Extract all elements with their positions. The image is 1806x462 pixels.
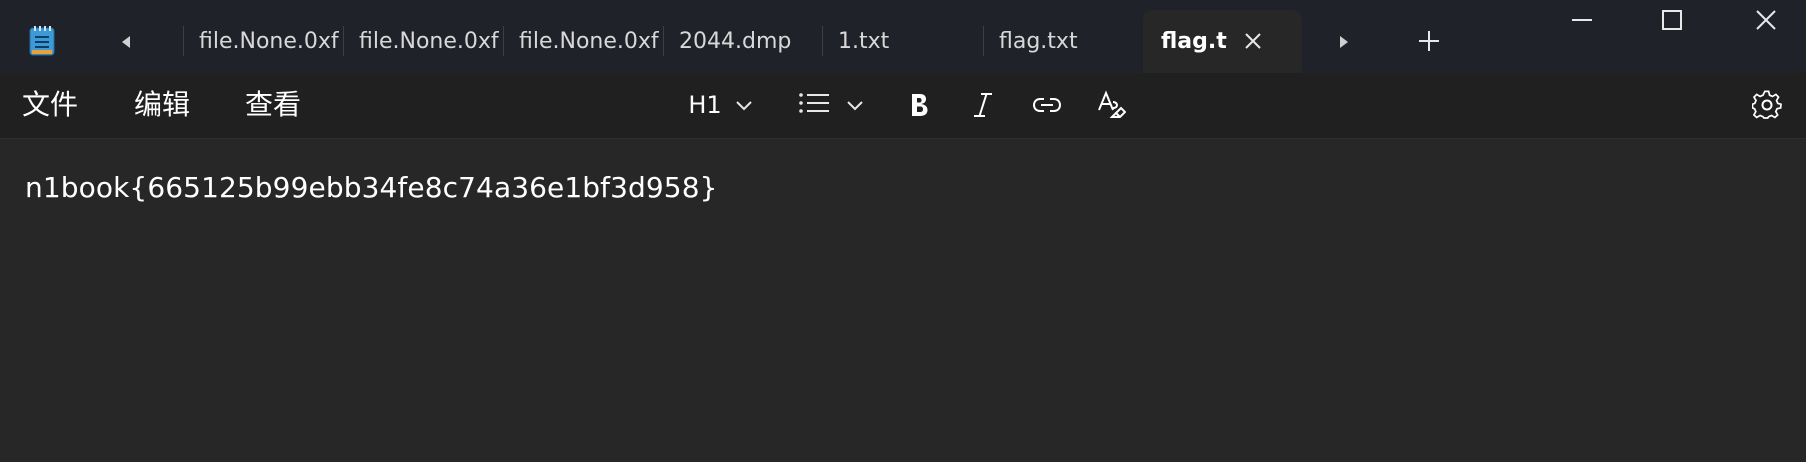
tab-label: file.None.0xf (519, 29, 659, 54)
tab-1-txt[interactable]: 1.txt (822, 10, 982, 73)
menu-edit[interactable]: 编辑 (134, 87, 190, 123)
tab-label: file.None.0xf (199, 29, 339, 54)
editor-content[interactable]: n1book{665125b99ebb34fe8c74a36e1bf3d958} (25, 171, 718, 204)
close-tab-icon[interactable] (1240, 28, 1266, 54)
bold-icon[interactable] (904, 85, 934, 125)
maximize-icon[interactable] (1642, 0, 1702, 40)
italic-icon[interactable] (968, 85, 998, 125)
menu-bar: 文件 编辑 查看 H1 (0, 73, 1806, 139)
tab-separator (663, 26, 664, 56)
close-icon[interactable] (1736, 0, 1796, 40)
chevron-down-icon (735, 96, 752, 115)
tab-file-none-1[interactable]: file.None.0xf (183, 10, 343, 73)
list-dropdown[interactable] (796, 85, 866, 125)
menu-view[interactable]: 查看 (245, 87, 301, 123)
settings-icon[interactable] (1750, 85, 1784, 125)
tab-2044-dmp[interactable]: 2044.dmp (663, 10, 823, 73)
tab-label: file.None.0xf (359, 29, 499, 54)
list-icon (799, 92, 829, 118)
tab-file-none-3[interactable]: file.None.0xf (503, 10, 663, 73)
heading-level-label: H1 (688, 91, 722, 119)
tab-file-none-2[interactable]: file.None.0xf (343, 10, 503, 73)
scroll-tabs-right-button[interactable] (1332, 23, 1356, 61)
notepad-icon (28, 24, 56, 56)
link-icon[interactable] (1030, 85, 1064, 125)
tab-separator (822, 26, 823, 56)
tab-flag-txt-active[interactable]: flag.tx (1143, 10, 1302, 73)
text-editor[interactable]: n1book{665125b99ebb34fe8c74a36e1bf3d958} (0, 139, 1806, 462)
scroll-tabs-left-button[interactable] (114, 23, 138, 61)
tab-bar: file.None.0xf file.None.0xf file.None.0x… (0, 0, 1806, 73)
tab-label: flag.txt (999, 29, 1078, 54)
tab-separator (183, 26, 184, 56)
tab-separator (503, 26, 504, 56)
clear-formatting-icon[interactable] (1094, 85, 1128, 125)
heading-dropdown[interactable]: H1 (684, 85, 756, 125)
tab-label: 1.txt (838, 29, 890, 54)
tab-label: 2044.dmp (679, 29, 792, 54)
tab-separator (983, 26, 984, 56)
tab-flag-txt[interactable]: flag.txt (983, 10, 1143, 73)
tab-label: flag.tx (1161, 29, 1227, 54)
minimize-icon[interactable] (1552, 0, 1612, 40)
add-tab-icon[interactable] (1416, 28, 1442, 54)
tab-separator (343, 26, 344, 56)
notepad-window: file.None.0xf file.None.0xf file.None.0x… (0, 0, 1806, 462)
menu-file[interactable]: 文件 (22, 87, 78, 123)
chevron-down-icon (847, 96, 863, 115)
